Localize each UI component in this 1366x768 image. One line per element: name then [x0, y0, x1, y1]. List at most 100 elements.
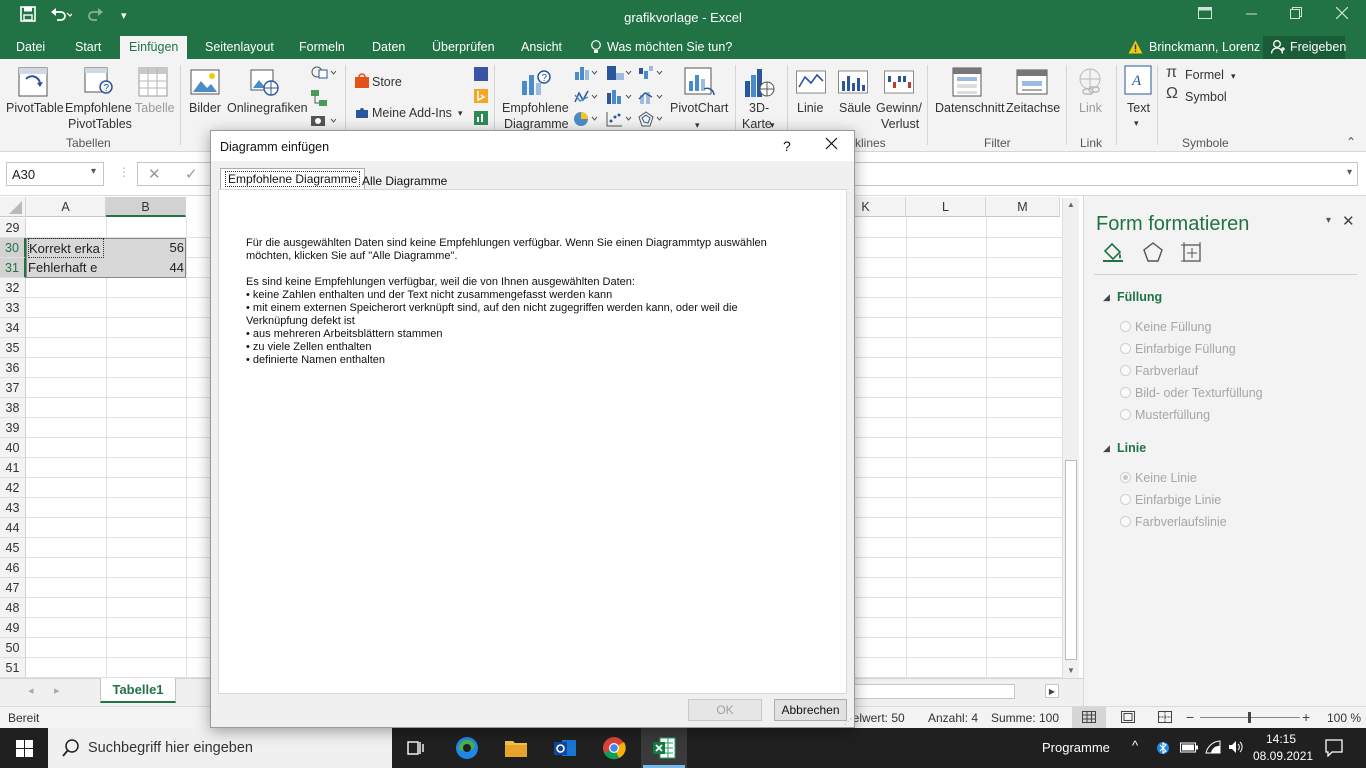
- row-header[interactable]: 36: [0, 358, 26, 378]
- sparkline-winloss-label-1[interactable]: Gewinn/: [876, 100, 922, 116]
- size-properties-icon[interactable]: [1181, 242, 1203, 267]
- ok-button[interactable]: OK: [688, 699, 762, 721]
- recommended-pivot-label-2[interactable]: PivotTables: [68, 116, 132, 132]
- column-chart-icon[interactable]: [574, 65, 598, 84]
- restore-icon[interactable]: [1290, 6, 1302, 23]
- map3d-label-1[interactable]: 3D-: [749, 100, 769, 116]
- pivotchart-icon[interactable]: [684, 67, 716, 102]
- taskbar-search-box[interactable]: Suchbegriff hier eingeben: [48, 728, 392, 768]
- wifi-icon[interactable]: [1205, 740, 1221, 757]
- status-count[interactable]: Anzahl: 4: [928, 711, 978, 725]
- recommended-pivot-label-1[interactable]: Empfohlene: [65, 100, 132, 116]
- taskbar-time[interactable]: 14:15: [1266, 732, 1296, 746]
- user-name[interactable]: Brinckmann, Lorenz: [1149, 40, 1260, 54]
- store-button[interactable]: Store: [372, 74, 402, 90]
- option-solid-fill[interactable]: Einfarbige Füllung: [1135, 342, 1236, 356]
- addins-dropdown-icon[interactable]: ▾: [458, 105, 463, 121]
- row-header[interactable]: 46: [0, 558, 26, 578]
- pie-chart-icon[interactable]: [574, 111, 598, 130]
- row-header[interactable]: 43: [0, 498, 26, 518]
- radio-gradient-line[interactable]: [1120, 516, 1131, 527]
- name-box[interactable]: A30 ▾: [6, 162, 104, 186]
- cell-b31[interactable]: 44: [106, 258, 184, 278]
- row-header[interactable]: 41: [0, 458, 26, 478]
- recommended-charts-label-1[interactable]: Empfohlene: [502, 100, 569, 116]
- expand-formula-icon[interactable]: ▾: [1347, 167, 1352, 178]
- option-no-line[interactable]: Keine Linie: [1135, 471, 1197, 485]
- row-header[interactable]: 49: [0, 618, 26, 638]
- radio-no-fill[interactable]: [1120, 321, 1131, 332]
- name-box-dropdown-icon[interactable]: ▾: [91, 166, 96, 177]
- row-header[interactable]: 48: [0, 598, 26, 618]
- notification-icon[interactable]: [1325, 739, 1343, 760]
- resize-grip-icon[interactable]: ⋰: [844, 717, 852, 726]
- addins-icon[interactable]: [354, 104, 370, 123]
- tab-start[interactable]: Start: [75, 40, 101, 54]
- task-view-icon[interactable]: [407, 739, 425, 760]
- row-header[interactable]: 31: [0, 258, 26, 278]
- edge-icon[interactable]: [455, 736, 479, 763]
- dialog-help-button[interactable]: ?: [783, 138, 791, 154]
- row-header[interactable]: 45: [0, 538, 26, 558]
- fill-section-header[interactable]: Füllung: [1117, 290, 1162, 304]
- excel-icon[interactable]: [652, 736, 676, 763]
- timeline-icon[interactable]: [1016, 67, 1048, 100]
- row-header[interactable]: 32: [0, 278, 26, 298]
- ribbon-display-icon[interactable]: [1198, 6, 1212, 23]
- pivottable-button[interactable]: PivotTable: [6, 100, 64, 116]
- omega-icon[interactable]: Ω: [1166, 86, 1178, 102]
- share-button[interactable]: Freigeben: [1290, 40, 1346, 54]
- column-header-m[interactable]: M: [986, 197, 1060, 217]
- row-header[interactable]: 40: [0, 438, 26, 458]
- slicer-button[interactable]: Datenschnitt: [935, 100, 1004, 116]
- page-break-icon[interactable]: [1158, 711, 1172, 726]
- radar-chart-icon[interactable]: [638, 111, 664, 130]
- effects-icon[interactable]: [1142, 241, 1164, 266]
- text-icon[interactable]: A: [1124, 65, 1152, 98]
- row-header[interactable]: 50: [0, 638, 26, 658]
- minimize-icon[interactable]: [1246, 6, 1258, 23]
- tab-ansicht[interactable]: Ansicht: [521, 40, 562, 54]
- option-picture-fill[interactable]: Bild- oder Texturfüllung: [1135, 386, 1263, 400]
- radio-gradient-fill[interactable]: [1120, 365, 1131, 376]
- line-chart-icon[interactable]: [574, 89, 598, 108]
- text-dropdown-icon[interactable]: ▾: [1134, 115, 1139, 131]
- combo-chart-icon[interactable]: [638, 89, 664, 108]
- cell-a31[interactable]: Fehlerhaft e: [28, 258, 104, 278]
- row-header[interactable]: 38: [0, 398, 26, 418]
- formula-dropdown-icon[interactable]: ▾: [1231, 68, 1236, 84]
- normal-view-icon[interactable]: [1082, 711, 1096, 726]
- row-header[interactable]: 44: [0, 518, 26, 538]
- radio-picture-fill[interactable]: [1120, 387, 1131, 398]
- row-header[interactable]: 34: [0, 318, 26, 338]
- cell-a30[interactable]: Korrekt erka: [28, 238, 104, 258]
- symbol-button[interactable]: Symbol: [1185, 89, 1227, 105]
- radio-solid-fill[interactable]: [1120, 343, 1131, 354]
- pictures-button[interactable]: Bilder: [189, 100, 221, 116]
- enter-formula-icon[interactable]: ✓: [185, 165, 198, 183]
- tab-daten[interactable]: Daten: [372, 40, 405, 54]
- row-header[interactable]: 42: [0, 478, 26, 498]
- windows-start-icon[interactable]: [16, 740, 33, 760]
- option-no-fill[interactable]: Keine Füllung: [1135, 320, 1211, 334]
- row-header[interactable]: 47: [0, 578, 26, 598]
- slicer-icon[interactable]: [952, 67, 982, 100]
- option-solid-line[interactable]: Einfarbige Linie: [1135, 493, 1221, 507]
- my-addins-button[interactable]: Meine Add-Ins: [372, 105, 452, 121]
- online-pictures-button[interactable]: Onlinegrafiken: [227, 100, 308, 116]
- sparkline-column-icon[interactable]: [838, 69, 868, 98]
- sparkline-column-button[interactable]: Säule: [839, 100, 871, 116]
- row-header[interactable]: 37: [0, 378, 26, 398]
- outlook-icon[interactable]: [553, 736, 577, 763]
- option-pattern-fill[interactable]: Musterfüllung: [1135, 408, 1210, 422]
- scroll-down-icon[interactable]: ▼: [1067, 666, 1075, 675]
- text-button[interactable]: Text: [1127, 100, 1150, 116]
- bing-icon[interactable]: [474, 89, 488, 106]
- shapes-icon[interactable]: [310, 65, 337, 84]
- row-header[interactable]: 29: [0, 218, 26, 238]
- battery-icon[interactable]: [1180, 741, 1198, 756]
- link-icon[interactable]: [1075, 67, 1105, 100]
- sheet-tab-tabelle1[interactable]: Tabelle1: [100, 678, 176, 703]
- pictures-icon[interactable]: [190, 67, 220, 100]
- recommended-pivot-icon[interactable]: ?: [84, 67, 114, 100]
